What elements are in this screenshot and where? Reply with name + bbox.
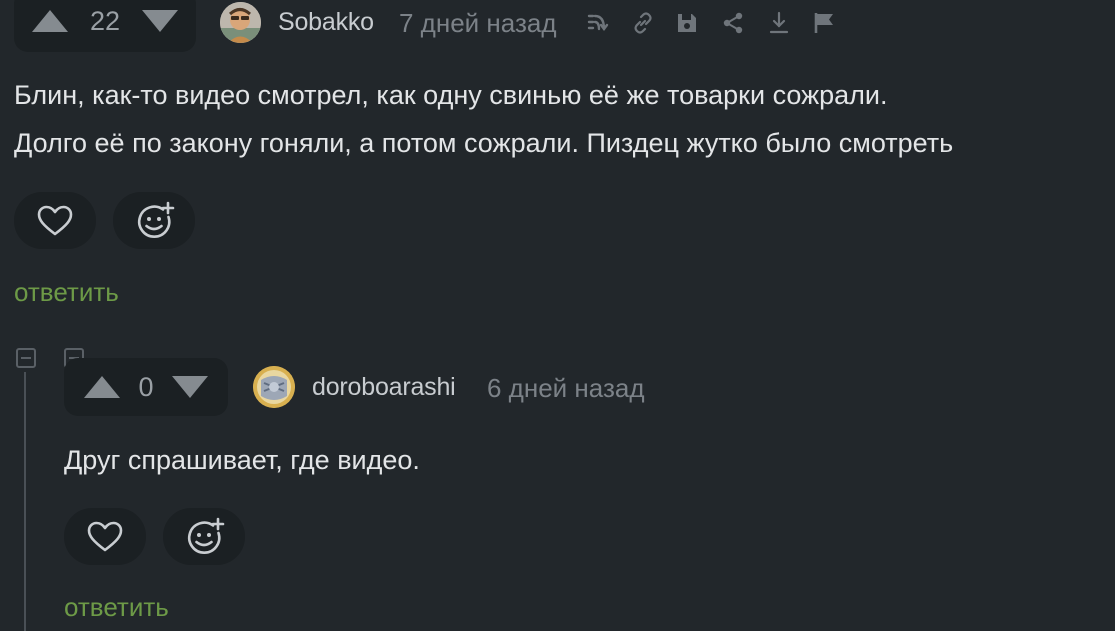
- download-icon[interactable]: [767, 11, 791, 35]
- comment-date: 6 дней назад: [487, 373, 645, 403]
- rating-count: 22: [89, 5, 121, 36]
- username[interactable]: Sobakko: [278, 8, 374, 37]
- comment-date: 7 дней назад: [399, 8, 557, 38]
- reply-link[interactable]: ответить: [14, 277, 119, 308]
- heart-icon: [87, 521, 123, 551]
- add-reaction-button[interactable]: [113, 192, 195, 249]
- heart-icon: [37, 205, 73, 235]
- vote-widget: 22: [14, 0, 196, 52]
- flag-icon[interactable]: [812, 11, 836, 35]
- rating-count: 0: [138, 371, 154, 402]
- vote-widget: 0: [64, 358, 228, 416]
- upvote-icon[interactable]: [32, 10, 68, 32]
- comment-text: Блин, как-то видео смотрел, как одну сви…: [14, 71, 953, 167]
- comment-text: Друг спрашивает, где видео.: [64, 436, 420, 484]
- upvote-icon[interactable]: [84, 376, 120, 398]
- like-button[interactable]: [64, 508, 146, 565]
- collapse-thread-icon[interactable]: [16, 348, 36, 368]
- add-emoji-icon: [138, 201, 175, 238]
- thread-line[interactable]: [24, 372, 26, 631]
- reply-link[interactable]: ответить: [64, 592, 169, 623]
- add-reaction-button[interactable]: [163, 508, 245, 565]
- username[interactable]: doroboarashi: [312, 373, 456, 402]
- avatar[interactable]: [220, 2, 261, 43]
- like-button[interactable]: [14, 192, 96, 249]
- comment-text-line: Долго её по закону гоняли, а потом сожра…: [14, 128, 954, 158]
- avatar[interactable]: [253, 366, 295, 408]
- add-emoji-icon: [188, 517, 225, 554]
- share-icon[interactable]: [721, 11, 745, 35]
- downvote-icon[interactable]: [142, 10, 178, 32]
- link-icon[interactable]: [631, 11, 655, 35]
- downvote-icon[interactable]: [172, 376, 208, 398]
- comment-text-line: Блин, как-то видео смотрел, как одну сви…: [14, 80, 888, 110]
- branch-icon[interactable]: [585, 11, 609, 35]
- comment-text-line: Друг спрашивает, где видео.: [64, 445, 420, 475]
- comments-page: 22 Sobakko 7 дней назад Блин, как-то вид…: [0, 0, 1115, 631]
- save-icon[interactable]: [675, 11, 699, 35]
